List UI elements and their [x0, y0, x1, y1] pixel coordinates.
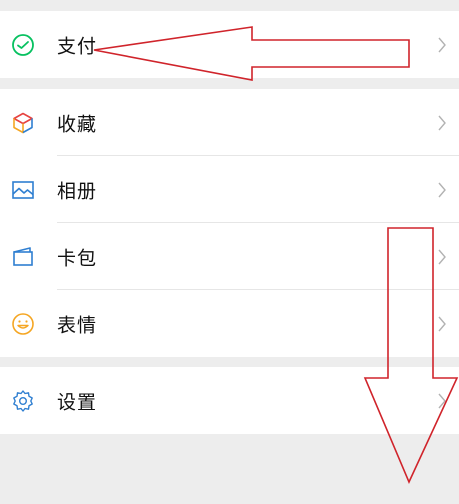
chevron-right-icon — [438, 393, 446, 408]
pay-group: 支付 — [0, 11, 459, 78]
menu-item-label: 表情 — [57, 314, 98, 336]
menu-item-favorites[interactable]: 收藏 — [0, 89, 459, 156]
menu-item-label: 收藏 — [57, 113, 98, 135]
menu-item-label: 设置 — [57, 391, 98, 413]
menu-item-pay[interactable]: 支付 — [0, 11, 459, 78]
emoji-icon — [10, 311, 36, 337]
menu-item-label: 支付 — [57, 35, 98, 57]
menu-item-album[interactable]: 相册 — [0, 156, 459, 223]
menu-item-settings[interactable]: 设置 — [0, 367, 459, 434]
menu-item-label: 相册 — [57, 180, 98, 202]
chevron-right-icon — [438, 37, 446, 52]
chevron-right-icon — [438, 182, 446, 197]
main-group: 收藏 相册 卡包 表情 — [0, 89, 459, 357]
chevron-right-icon — [438, 316, 446, 331]
chevron-right-icon — [438, 115, 446, 130]
chevron-right-icon — [438, 249, 446, 264]
pay-icon — [10, 32, 36, 58]
menu-item-emoji[interactable]: 表情 — [0, 290, 459, 357]
menu-item-label: 卡包 — [57, 247, 98, 269]
album-icon — [10, 177, 36, 203]
settings-group: 设置 — [0, 367, 459, 434]
settings-icon — [10, 388, 36, 414]
favorites-icon — [10, 110, 36, 136]
card-wallet-icon — [10, 244, 36, 270]
menu-item-card-wallet[interactable]: 卡包 — [0, 223, 459, 290]
